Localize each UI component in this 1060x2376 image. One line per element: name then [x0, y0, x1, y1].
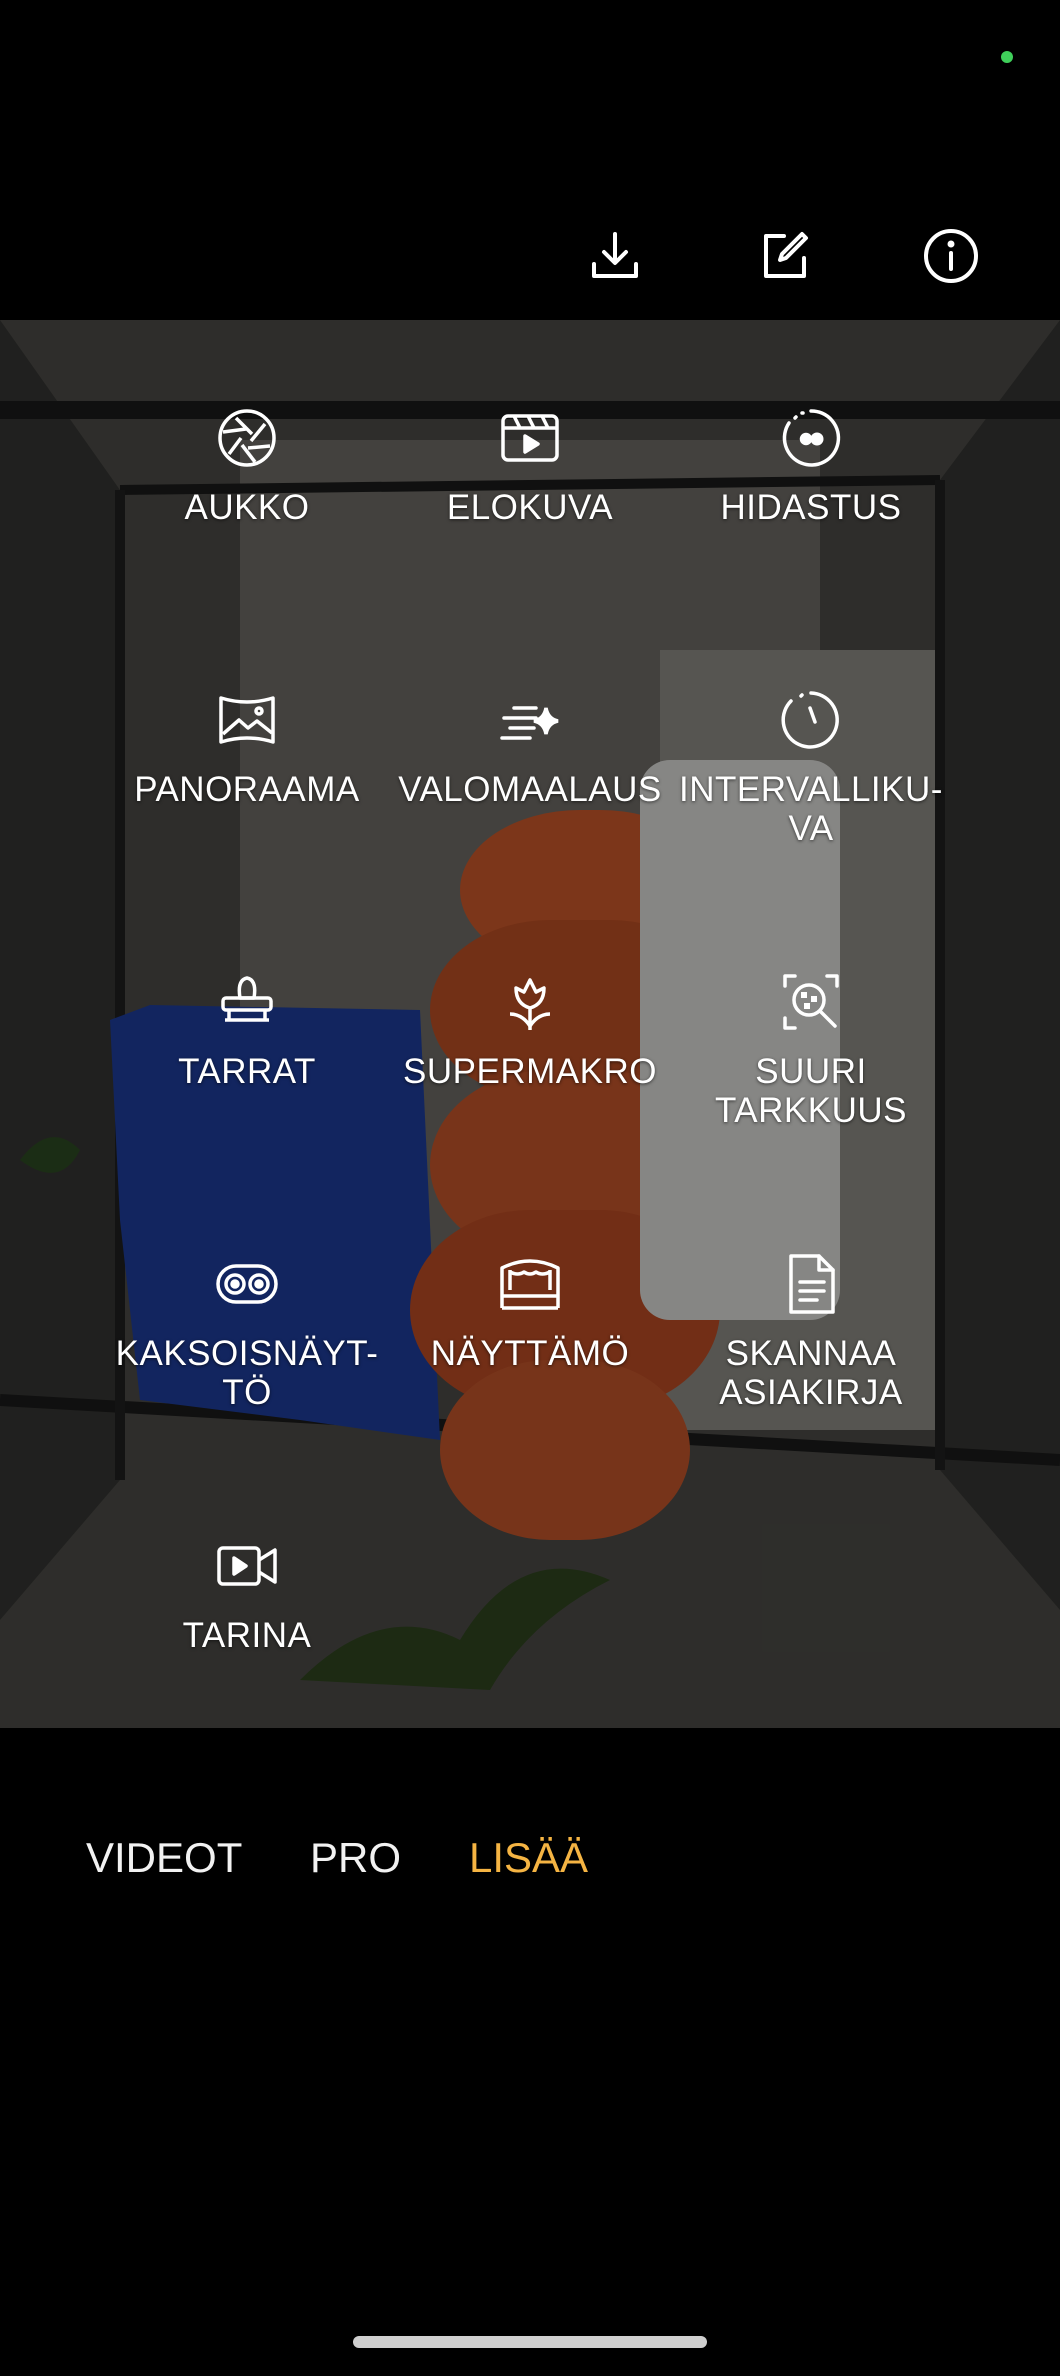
- mode-label: TARRAT: [178, 1052, 316, 1091]
- panorama-icon: [219, 696, 275, 744]
- mode-valomaalaus[interactable]: VALOMAALAUS: [390, 688, 670, 809]
- mode-elokuva[interactable]: ELOKUVA: [390, 406, 670, 527]
- mode-nayttamo[interactable]: NÄYTTÄMÖ: [390, 1252, 670, 1373]
- mode-label: SKANNAA ASIAKIRJA: [719, 1334, 903, 1412]
- mode-label: NÄYTTÄMÖ: [430, 1334, 630, 1373]
- light-painting-icon: [500, 706, 559, 740]
- mode-aukko[interactable]: AUKKO: [107, 406, 387, 527]
- mode-label: KAKSOISNÄYT- TÖ: [115, 1334, 379, 1412]
- tab-pro[interactable]: PRO: [310, 1834, 401, 1882]
- mode-label: HIDASTUS: [720, 488, 902, 527]
- mode-label: SUURI TARKKUUS: [715, 1052, 907, 1130]
- info-icon: [924, 229, 978, 283]
- mode-label: PANORAAMA: [134, 770, 360, 809]
- mode-suuri-tarkkuus[interactable]: SUURI TARKKUUS: [671, 970, 951, 1130]
- mode-label: TARINA: [182, 1616, 312, 1655]
- tab-videot[interactable]: VIDEOT: [86, 1834, 242, 1882]
- mode-hidastus[interactable]: HIDASTUS: [671, 406, 951, 527]
- tab-lisaa[interactable]: LISÄÄ: [469, 1834, 588, 1882]
- mode-tarina[interactable]: TARINA: [107, 1534, 387, 1655]
- edit-button[interactable]: [744, 216, 824, 296]
- mode-panoraama[interactable]: PANORAAMA: [107, 688, 387, 809]
- mode-label: ELOKUVA: [446, 488, 614, 527]
- story-video-icon: [217, 1546, 277, 1586]
- aperture-icon: [218, 409, 276, 467]
- mode-label: SUPERMAKRO: [403, 1052, 657, 1091]
- mode-label: VALOMAALAUS: [398, 770, 662, 809]
- timelapse-icon: [781, 691, 839, 749]
- dual-view-icon: [216, 1264, 278, 1304]
- stamp-icon: [221, 976, 273, 1022]
- info-button[interactable]: [911, 216, 991, 296]
- mode-label: INTERVALLIKU- VA: [679, 770, 943, 848]
- stage-icon: [500, 1259, 560, 1310]
- camera-in-use-indicator: [1001, 51, 1013, 63]
- cinema-icon: [501, 414, 559, 462]
- mode-intervallikuva[interactable]: INTERVALLIKU- VA: [671, 688, 951, 848]
- flower-macro-icon: [509, 978, 551, 1030]
- high-resolution-icon: [783, 974, 839, 1030]
- download-icon: [592, 232, 638, 278]
- download-button[interactable]: [575, 216, 655, 296]
- mode-label: AUKKO: [184, 488, 310, 527]
- edit-icon: [764, 232, 808, 278]
- mode-kaksoisnayttö[interactable]: KAKSOISNÄYT- TÖ: [107, 1252, 387, 1412]
- home-indicator[interactable]: [353, 2336, 707, 2348]
- mode-tarrat[interactable]: TARRAT: [107, 970, 387, 1091]
- slow-motion-icon: [782, 409, 841, 467]
- mode-supermakro[interactable]: SUPERMAKRO: [390, 970, 670, 1091]
- mode-skannaa-asiakirja[interactable]: SKANNAA ASIAKIRJA: [671, 1252, 951, 1412]
- document-scan-icon: [789, 1254, 835, 1314]
